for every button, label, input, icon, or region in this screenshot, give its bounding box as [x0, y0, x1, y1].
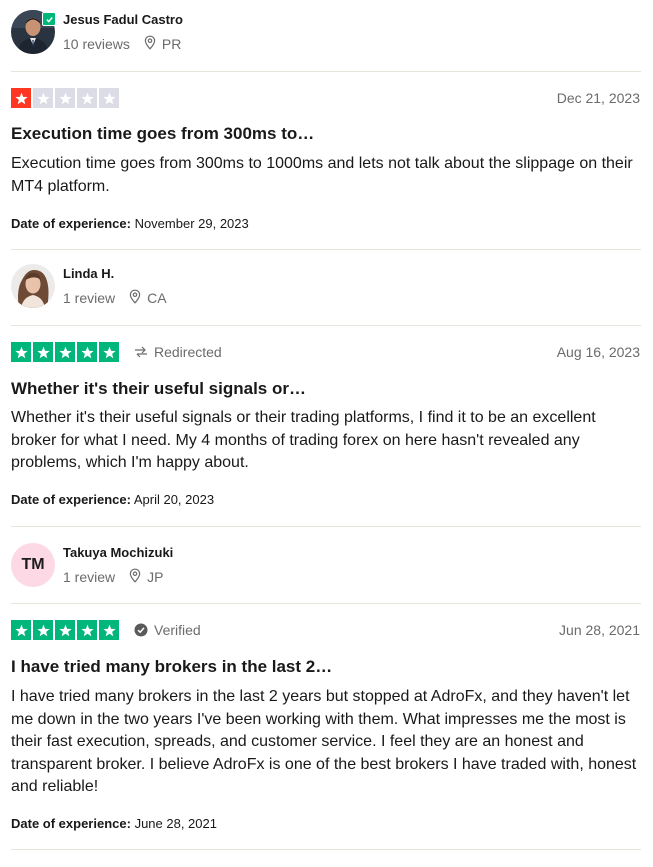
- date-of-experience-value: April 20, 2023: [133, 492, 215, 507]
- star-icon: [99, 88, 119, 108]
- star-icon: [33, 342, 53, 362]
- date-of-experience: Date of experience: November 29, 2023: [11, 216, 249, 231]
- star-icon: [55, 620, 75, 640]
- star-icon: [77, 342, 97, 362]
- divider: [11, 526, 641, 527]
- star-icon: [55, 342, 75, 362]
- star-icon: [77, 88, 97, 108]
- review-count: 1 review: [63, 569, 116, 585]
- divider: [11, 603, 641, 604]
- reviewer-avatar[interactable]: [11, 264, 55, 308]
- reviewer-meta: 1 review CA: [63, 289, 167, 307]
- verified-tag[interactable]: Verified: [134, 622, 201, 638]
- star-icon: [11, 620, 31, 640]
- star-icon: [77, 620, 97, 640]
- review-body: Execution time goes from 300ms to 1000ms…: [11, 155, 633, 195]
- reviewer-name[interactable]: Takuya Mochizuki: [63, 545, 173, 560]
- review-date: Jun 28, 2021: [559, 622, 640, 638]
- star-icon: [33, 620, 53, 640]
- location-pin-icon: [129, 568, 141, 586]
- star-icon: [11, 342, 31, 362]
- review-count: 10 reviews: [63, 36, 130, 52]
- star-icon: [11, 88, 31, 108]
- date-of-experience-value: November 29, 2023: [134, 216, 249, 231]
- verified-check-icon: [134, 623, 148, 637]
- reviewer-name[interactable]: Linda H.: [63, 266, 114, 281]
- review-date: Dec 21, 2023: [556, 90, 640, 106]
- reviewer-country: PR: [161, 36, 182, 52]
- review-date: Aug 16, 2023: [556, 344, 640, 360]
- divider: [11, 71, 641, 72]
- redirected-tag[interactable]: Redirected: [134, 344, 222, 360]
- redirect-arrow-icon: [134, 346, 148, 358]
- reviewer-meta: 1 review JP: [63, 568, 163, 586]
- review-title[interactable]: I have tried many brokers in the last 2…: [11, 657, 332, 677]
- reviewer-name[interactable]: Jesus Fadul Castro: [63, 12, 183, 27]
- redirected-label: Redirected: [154, 344, 222, 360]
- review-body: I have tried many brokers in the last 2 …: [11, 688, 637, 795]
- review-count: 1 review: [63, 290, 116, 306]
- location-pin-icon: [129, 289, 141, 307]
- reviewer-avatar[interactable]: TM: [11, 543, 55, 587]
- date-of-experience: Date of experience: June 28, 2021: [11, 816, 217, 831]
- divider: [11, 325, 641, 326]
- star-rating: [11, 342, 119, 362]
- reviewer-meta: 10 reviews PR: [63, 35, 181, 53]
- verified-profile-badge-icon: [42, 12, 56, 26]
- verified-label: Verified: [154, 622, 201, 638]
- location-pin-icon: [144, 35, 156, 53]
- reviewer-country: CA: [147, 290, 167, 306]
- star-icon: [33, 88, 53, 108]
- star-rating: [11, 88, 119, 108]
- review-title[interactable]: Execution time goes from 300ms to…: [11, 124, 314, 144]
- date-of-experience: Date of experience: April 20, 2023: [11, 492, 214, 507]
- star-rating: [11, 620, 119, 640]
- date-of-experience-label: Date of experience:: [11, 492, 131, 507]
- review-title[interactable]: Whether it's their useful signals or…: [11, 379, 306, 399]
- divider: [11, 249, 641, 250]
- star-icon: [99, 342, 119, 362]
- date-of-experience-label: Date of experience:: [11, 216, 131, 231]
- divider: [11, 849, 641, 850]
- star-icon: [99, 620, 119, 640]
- date-of-experience-label: Date of experience:: [11, 816, 131, 831]
- date-of-experience-value: June 28, 2021: [134, 816, 217, 831]
- reviewer-country: JP: [147, 569, 164, 585]
- review-body: Whether it's their useful signals or the…: [11, 409, 596, 471]
- star-icon: [55, 88, 75, 108]
